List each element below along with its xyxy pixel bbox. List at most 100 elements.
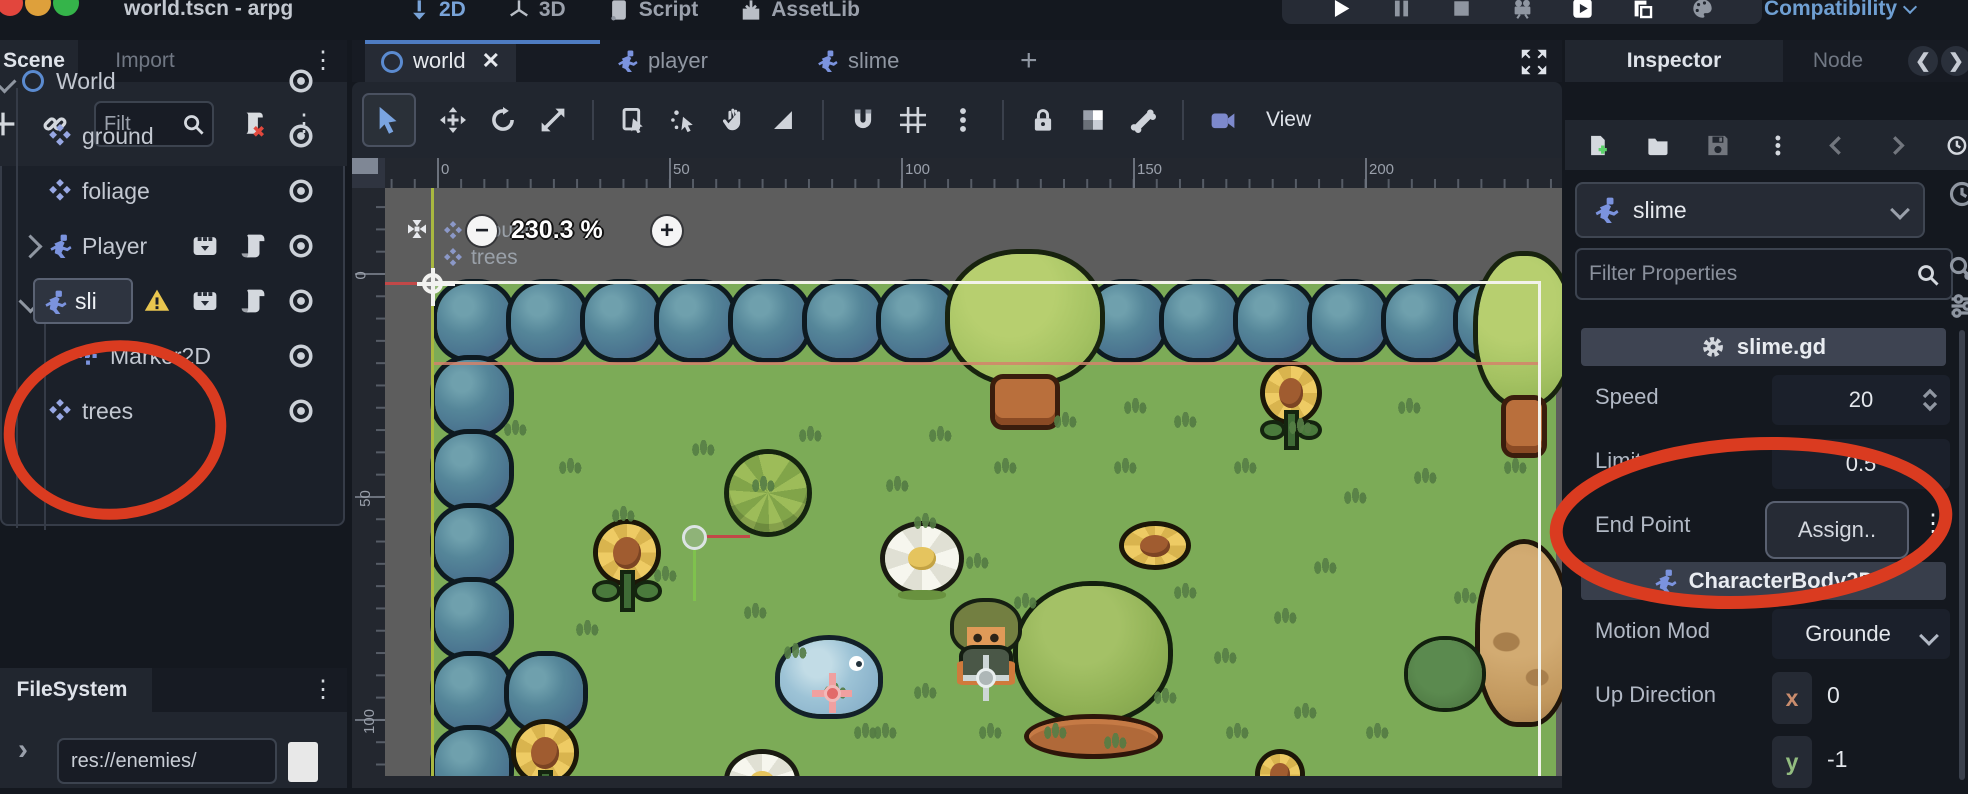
group-icon[interactable]: [1080, 107, 1106, 133]
viewport-2d[interactable]: 050100150200 050100 groundtrees− 230.3 %…: [352, 158, 1562, 788]
add-scene-tab-button[interactable]: +: [1020, 44, 1038, 78]
skeleton-icon[interactable]: [1130, 107, 1156, 133]
move-tool-icon[interactable]: [440, 107, 466, 133]
menu-dots-icon[interactable]: [1767, 132, 1789, 159]
zoom-in-button[interactable]: +: [652, 216, 682, 246]
view-menu[interactable]: View: [1266, 108, 1311, 132]
minimize-window-light[interactable]: [25, 0, 51, 16]
property-value-motion-mod[interactable]: Grounde: [1772, 609, 1950, 659]
object-history-icon[interactable]: [1948, 180, 1968, 208]
close-window-light[interactable]: [0, 0, 23, 16]
scale-tool-icon[interactable]: [540, 107, 566, 133]
tab-filesystem[interactable]: FileSystem: [0, 668, 152, 712]
tree-row-world[interactable]: World: [0, 56, 345, 106]
fs-menu-dots[interactable]: ⋮: [308, 668, 338, 712]
scene-tab-player[interactable]: player: [600, 40, 724, 82]
extra-options-icon[interactable]: [1948, 292, 1968, 320]
play-scene-icon[interactable]: [1572, 0, 1593, 19]
origin-gizmo[interactable]: [422, 273, 443, 294]
back-icon[interactable]: [1826, 132, 1848, 159]
tree-row-foliage[interactable]: foliage: [0, 166, 345, 216]
marker2d-gizmo[interactable]: [812, 673, 852, 713]
fs-path-input[interactable]: res://enemies/: [57, 738, 277, 784]
grid-snap-icon[interactable]: [900, 107, 926, 133]
new-resource-icon[interactable]: [1587, 132, 1609, 159]
tree-row-ground[interactable]: ground: [0, 111, 345, 161]
eye-icon[interactable]: [288, 68, 314, 94]
property-filter-input[interactable]: Filter Properties: [1575, 248, 1953, 300]
mode-2d[interactable]: 2D: [408, 0, 466, 22]
ruler-tool-icon[interactable]: [770, 107, 796, 133]
eye-icon[interactable]: [288, 398, 314, 424]
snap-menu-dots-icon[interactable]: [950, 107, 976, 133]
stepper-icon[interactable]: [1918, 388, 1942, 412]
property-menu-dots[interactable]: ⋮: [1921, 512, 1945, 536]
object-history-icon[interactable]: [1946, 132, 1968, 159]
tab-node[interactable]: Node: [1793, 40, 1883, 82]
player-transform-gizmo[interactable]: [963, 655, 1009, 701]
play-icon[interactable]: [1331, 0, 1352, 19]
scene-tab-slime[interactable]: slime: [800, 40, 915, 82]
list-select-tool-icon[interactable]: [620, 107, 646, 133]
stop-icon[interactable]: [1451, 0, 1472, 19]
tree-row-sli[interactable]: sli: [0, 276, 345, 326]
section-header-slime.gd[interactable]: slime.gd: [1581, 328, 1946, 366]
tree-row-trees[interactable]: trees: [0, 386, 345, 436]
rotate-tool-icon[interactable]: [490, 107, 516, 133]
mode-3d[interactable]: 3D: [508, 0, 566, 22]
axis-value-x[interactable]: 0: [1827, 682, 1840, 709]
selected-node-gizmo[interactable]: [682, 525, 707, 550]
script-icon[interactable]: [240, 233, 266, 259]
save-resource-icon[interactable]: [1707, 132, 1729, 159]
rename-input[interactable]: sli: [33, 278, 133, 324]
load-resource-icon[interactable]: [1647, 132, 1669, 159]
movie-icon[interactable]: [192, 233, 218, 259]
canvas-workspace[interactable]: groundtrees− 230.3 % +: [385, 188, 1562, 776]
expand-bottom-panel-icon[interactable]: [1520, 48, 1548, 76]
script-icon[interactable]: [240, 288, 266, 314]
file-thumbnail[interactable]: [288, 742, 318, 782]
tabs-next-icon[interactable]: ❯: [1941, 46, 1968, 76]
expander-open-icon[interactable]: [0, 69, 17, 93]
forward-icon[interactable]: [1886, 132, 1908, 159]
movie-writer-icon[interactable]: [1692, 0, 1713, 19]
zoom-window-light[interactable]: [53, 0, 79, 16]
open-docs-icon[interactable]: [1948, 255, 1968, 283]
smart-snap-icon[interactable]: [850, 107, 876, 133]
scene-tab-world[interactable]: world✕: [365, 40, 516, 82]
pivot-tool-icon[interactable]: [670, 107, 696, 133]
axis-value-y[interactable]: -1: [1827, 746, 1847, 773]
pan-tool-icon[interactable]: [720, 107, 746, 133]
lock-icon[interactable]: [1030, 107, 1056, 133]
eye-icon[interactable]: [288, 178, 314, 204]
select-tool-icon[interactable]: [362, 93, 416, 147]
play-custom-icon[interactable]: [1632, 0, 1653, 19]
tab-inspector[interactable]: Inspector: [1565, 40, 1783, 82]
zoom-out-button[interactable]: −: [467, 216, 497, 246]
tree-row-player[interactable]: Player: [0, 221, 345, 271]
movie-camera-icon[interactable]: [1512, 0, 1533, 19]
eye-icon[interactable]: [288, 288, 314, 314]
edited-node-selector[interactable]: slime: [1575, 182, 1925, 238]
onion-skin-icon[interactable]: [1210, 107, 1236, 133]
close-tab-icon[interactable]: ✕: [482, 48, 500, 74]
movie-icon[interactable]: [192, 288, 218, 314]
assign-button[interactable]: Assign..: [1765, 501, 1909, 559]
center-view-icon[interactable]: [402, 214, 432, 244]
mode-script[interactable]: Script: [608, 0, 699, 22]
section-header-CharacterBody2D[interactable]: CharacterBody2D: [1581, 562, 1946, 600]
tree-row-marker2d[interactable]: Marker2D: [0, 331, 345, 381]
tabs-prev-icon[interactable]: ❮: [1908, 46, 1938, 76]
expander-closed-icon[interactable]: [18, 234, 42, 258]
fs-forward-icon[interactable]: ›: [18, 733, 28, 767]
eye-icon[interactable]: [288, 233, 314, 259]
eye-icon[interactable]: [288, 343, 314, 369]
zoom-level[interactable]: 230.3 %: [511, 216, 603, 245]
eye-icon[interactable]: [288, 123, 314, 149]
renderer-selector[interactable]: Compatibility: [1764, 0, 1915, 21]
property-value-speed[interactable]: 20: [1772, 375, 1950, 425]
pause-icon[interactable]: [1391, 0, 1412, 19]
inspector-scrollbar[interactable]: [1959, 330, 1965, 780]
property-value-limit[interactable]: 0.5: [1772, 439, 1950, 489]
mode-assetlib[interactable]: AssetLib: [740, 0, 860, 22]
